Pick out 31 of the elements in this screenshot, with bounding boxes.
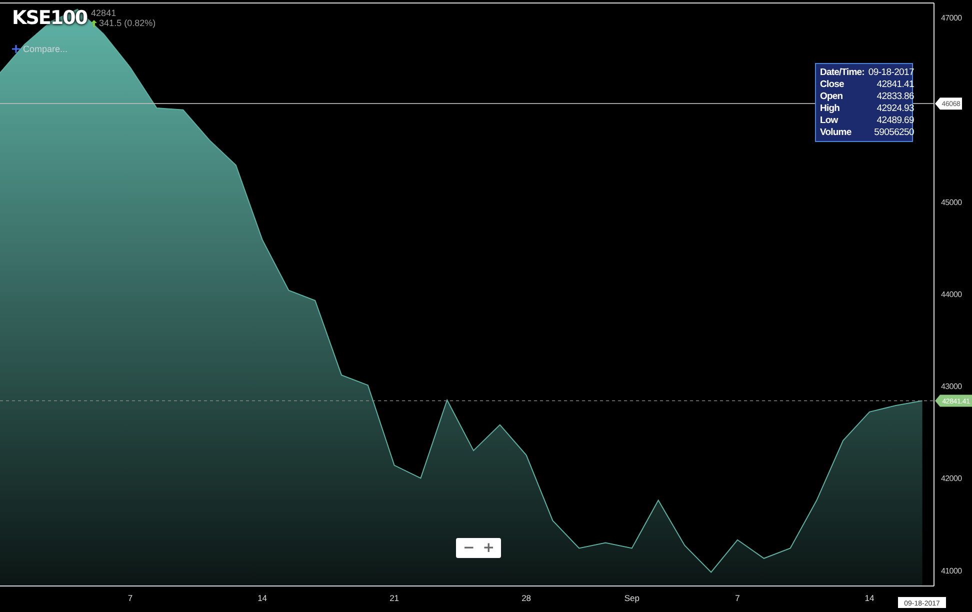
tooltip-value: 59056250 [873,127,914,138]
y-axis-label: 45000 [941,198,962,207]
y-axis-label: 47000 [941,14,962,23]
y-axis-label: 43000 [941,382,962,392]
zoom-in-button[interactable]: + [478,538,498,558]
tooltip-label: Date/Time: [820,67,864,78]
tooltip-value: 42841.41 [876,79,914,90]
x-axis-label: 14 [864,593,874,603]
tooltip-label: High [820,103,841,114]
price-text: 42841 [91,8,118,18]
zoom-out-button[interactable]: − [459,538,479,558]
tooltip-label: Volume [820,127,852,138]
x-axis-label: 14 [258,593,268,603]
tooltip-label: Open [820,91,844,102]
y-axis-label: 42000 [941,474,962,484]
y-axis-label: 44000 [941,290,962,300]
tooltip-value: 42489.69 [876,115,914,126]
tooltip-label: Low [820,115,840,126]
x-axis-label: 7 [128,593,133,603]
tooltip-label: Close [820,79,845,90]
tooltip-value: 42833.86 [876,91,914,102]
tooltip-value: 42924.93 [876,103,914,114]
change-text: 341.5 (0.82%) [99,18,156,28]
x-axis-label: 21 [390,593,400,603]
x-axis-label: 28 [522,593,532,603]
plus-icon [12,45,20,53]
up-arrow-icon [91,20,98,26]
y-axis-label: 41000 [941,566,962,576]
tooltip-value: 09-18-2017 [868,67,914,78]
x-axis-label: Sep [624,593,640,603]
x-axis-label: 7 [735,593,740,603]
